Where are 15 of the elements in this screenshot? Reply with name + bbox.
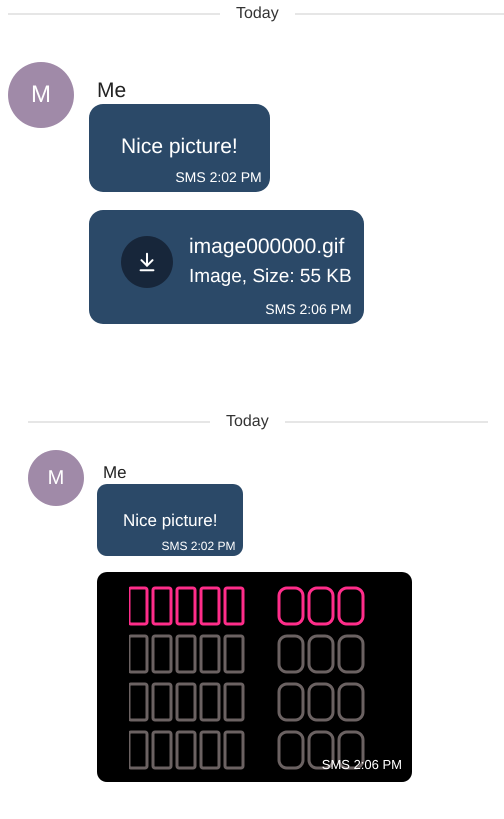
date-divider: Today <box>236 4 279 24</box>
message-meta: SMS 2:06 PM <box>265 300 352 318</box>
message-meta: SMS 2:06 PM <box>322 756 402 774</box>
message-text: Nice picture! <box>123 510 218 532</box>
download-button[interactable] <box>121 236 173 288</box>
avatar: M <box>8 62 74 128</box>
file-name: image000000.gif <box>189 234 346 260</box>
avatar: M <box>28 450 84 506</box>
sender-name: Me <box>103 462 128 484</box>
message-meta: SMS 2:02 PM <box>175 168 262 186</box>
message-text: Nice picture! <box>121 134 238 160</box>
date-divider: Today <box>226 412 269 432</box>
file-info: Image, Size: 55 KB <box>189 265 352 289</box>
sender-name: Me <box>97 78 128 104</box>
message-meta: SMS 2:02 PM <box>161 538 236 554</box>
